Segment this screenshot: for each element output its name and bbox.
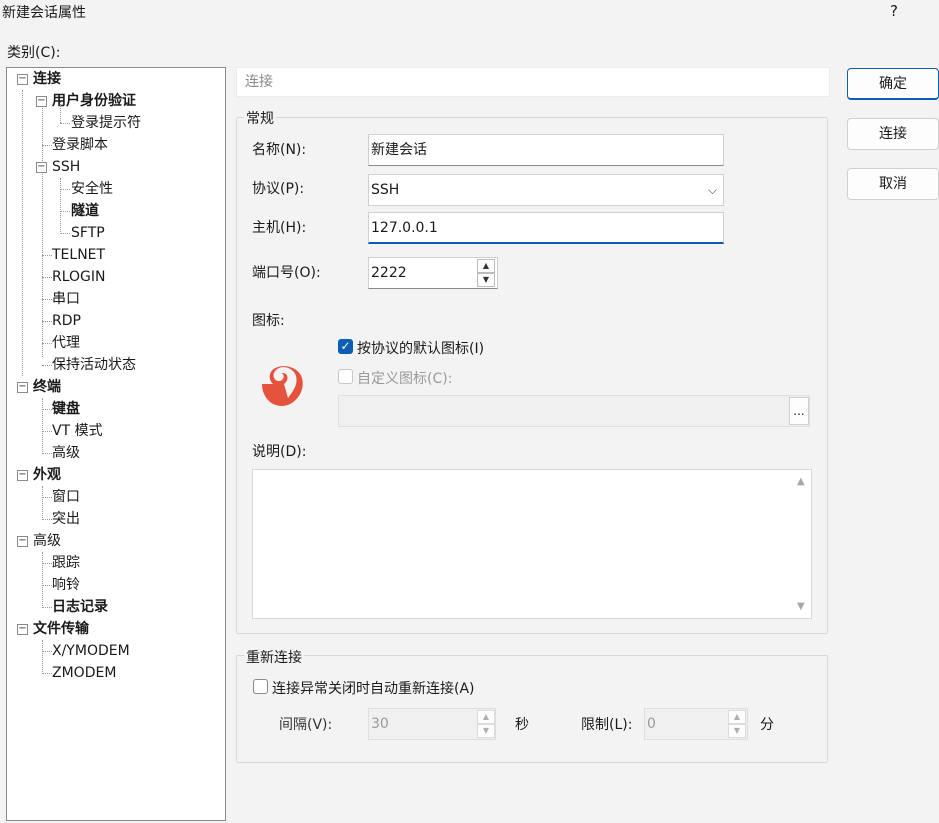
panel-header: 连接 [236,67,830,97]
tree-item-login-script[interactable]: 登录脚本 [52,134,108,156]
tree-item-window[interactable]: 窗口 [52,486,80,508]
tree-item-highlight[interactable]: 突出 [52,508,80,530]
ok-button[interactable]: 确定 [847,68,939,100]
tree-item-zmodem[interactable]: ZMODEM [52,662,116,684]
collapse-icon[interactable]: − [36,96,47,107]
tree-item-vt-mode[interactable]: VT 模式 [52,420,103,442]
tree-item-rdp[interactable]: RDP [52,310,81,332]
collapse-icon[interactable]: − [17,382,28,393]
tree-item-telnet[interactable]: TELNET [52,244,105,266]
tree-item-terminal-advanced[interactable]: 高级 [52,442,80,464]
tree-item-advanced[interactable]: 高级 [33,530,61,552]
tree-item-proxy[interactable]: 代理 [52,332,80,354]
limit-up-icon[interactable]: ▲ [728,710,746,724]
collapse-icon[interactable]: − [17,74,28,85]
connect-button[interactable]: 连接 [847,118,939,150]
description-textarea[interactable]: ▲ ▼ [252,469,812,619]
port-label: 端口号(O): [252,265,321,281]
interval-label: 间隔(V): [279,717,333,733]
tree-item-tunnel[interactable]: 隧道 [71,200,99,222]
scroll-up-icon[interactable]: ▲ [797,476,805,487]
port-up-icon[interactable]: ▲ [477,259,495,273]
tree-item-appearance[interactable]: 外观 [33,464,61,486]
cancel-button[interactable]: 取消 [847,168,939,200]
tree-item-security[interactable]: 安全性 [71,178,113,200]
session-icon [262,366,303,406]
tree-item-ssh[interactable]: SSH [52,156,80,178]
tree-item-keyboard[interactable]: 键盘 [52,398,80,420]
window-title: 新建会话属性 [2,5,86,21]
category-label: 类别(C): [7,45,61,61]
general-group-title: 常规 [244,108,276,128]
tree-item-user-auth[interactable]: 用户身份验证 [52,90,136,112]
tree-item-file-transfer[interactable]: 文件传输 [33,618,89,640]
tree-item-bell[interactable]: 响铃 [52,574,80,596]
limit-unit: 分 [760,717,774,733]
collapse-icon[interactable]: − [36,162,47,173]
tree-item-logging[interactable]: 日志记录 [52,596,108,618]
host-label: 主机(H): [252,220,307,236]
description-scrollbar[interactable]: ▲ ▼ [793,470,811,618]
description-label: 说明(D): [252,444,307,460]
collapse-icon[interactable]: − [17,624,28,635]
auto-reconnect-checkbox[interactable] [253,679,268,694]
limit-label: 限制(L): [581,717,633,733]
protocol-label: 协议(P): [252,181,305,197]
category-tree[interactable]: − − − − − − − 连接 用户身份验证 登录提示符 登录脚本 SSH 安… [6,67,226,821]
tree-item-connection[interactable]: 连接 [33,68,61,90]
default-icon-label[interactable]: 按协议的默认图标(I) [357,338,484,358]
interval-unit: 秒 [515,717,529,733]
limit-down-icon[interactable]: ▼ [728,724,746,738]
protocol-value: SSH [371,182,400,198]
protocol-select[interactable]: SSH ⌵ [368,174,724,206]
custom-icon-path [338,395,810,427]
tree-item-trace[interactable]: 跟踪 [52,552,80,574]
scroll-down-icon[interactable]: ▼ [797,601,805,612]
tree-item-sftp[interactable]: SFTP [71,222,105,244]
collapse-icon[interactable]: − [17,470,28,481]
interval-up-icon[interactable]: ▲ [477,710,495,724]
reconnect-group-title: 重新连接 [244,647,304,667]
custom-icon-checkbox[interactable] [338,369,353,384]
auto-reconnect-label[interactable]: 连接异常关闭时自动重新连接(A) [272,678,475,698]
tree-item-keepalive[interactable]: 保持活动状态 [52,354,136,376]
tree-item-xymodem[interactable]: X/YMODEM [52,640,130,662]
chevron-down-icon: ⌵ [707,183,717,197]
name-input[interactable]: 新建会话 [368,134,724,166]
custom-icon-label[interactable]: 自定义图标(C): [357,368,452,388]
collapse-icon[interactable]: − [17,536,28,547]
interval-down-icon[interactable]: ▼ [477,724,495,738]
icon-label: 图标: [252,313,285,329]
browse-button[interactable]: ... [789,397,809,425]
tree-item-serial[interactable]: 串口 [52,288,80,310]
help-button[interactable]: ? [890,2,898,20]
default-icon-checkbox[interactable]: ✓ [338,339,353,354]
name-label: 名称(N): [252,142,307,158]
host-input[interactable]: 127.0.0.1 [368,212,724,244]
tree-item-rlogin[interactable]: RLOGIN [52,266,106,288]
title-bar [0,0,939,28]
tree-item-login-prompt[interactable]: 登录提示符 [71,112,141,134]
tree-item-terminal[interactable]: 终端 [33,376,61,398]
port-down-icon[interactable]: ▼ [477,273,495,287]
